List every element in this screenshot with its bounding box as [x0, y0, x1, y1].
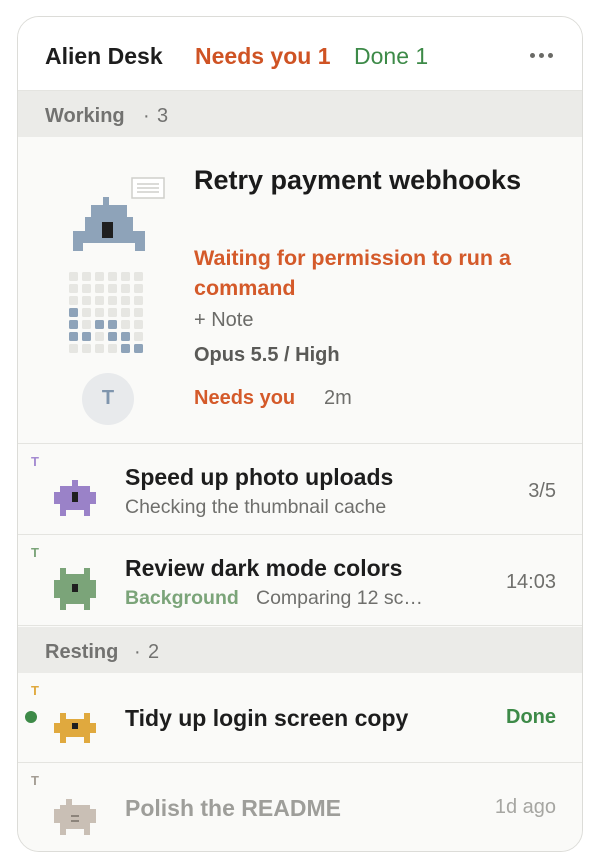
task-time: 1d ago	[494, 796, 556, 818]
progress-cell	[108, 272, 117, 281]
alien-desk-panel: Alien Desk Needs you 1 Done 1 Working · …	[17, 16, 583, 852]
section-count: 2	[148, 641, 160, 663]
avatar: T	[82, 373, 134, 425]
task-row[interactable]: T Polish the README 1d ago	[18, 763, 582, 851]
task-subtitle: Checking the thumbnail cache	[125, 496, 387, 518]
task-status: Waiting for permission to run a command	[194, 246, 511, 300]
background-badge: Background	[125, 587, 239, 609]
progress-cell	[121, 320, 130, 329]
progress-cell	[95, 308, 104, 317]
progress-cell	[95, 332, 104, 341]
progress-cell	[121, 296, 130, 305]
section-separator: ·	[134, 641, 141, 663]
progress-cell	[69, 284, 78, 293]
header: Alien Desk Needs you 1 Done 1	[18, 17, 582, 91]
task-row[interactable]: T Speed up photo uploads Checking the th…	[18, 444, 582, 535]
progress-cell	[134, 344, 143, 353]
progress-cell	[69, 320, 78, 329]
task-subtitle: Comparing 12 sc…	[256, 587, 423, 609]
grey-alien-icon	[54, 799, 96, 835]
progress-cell	[95, 296, 104, 305]
progress-cell	[108, 332, 117, 341]
needs-you-badge: Needs you	[194, 387, 296, 409]
task-title: Tidy up login screen copy	[125, 705, 409, 731]
task-title: Speed up photo uploads	[125, 464, 394, 490]
progress-cell	[134, 308, 143, 317]
progress-cell	[108, 308, 117, 317]
progress-cell	[82, 296, 91, 305]
section-label: Resting	[45, 641, 119, 663]
progress-cell	[108, 320, 117, 329]
section-label: Working	[45, 105, 125, 127]
progress-cell	[121, 332, 130, 341]
progress-cell	[134, 332, 143, 341]
alien-ship-icon	[73, 197, 145, 251]
progress-cell	[121, 284, 130, 293]
progress-cell	[134, 296, 143, 305]
done-filter[interactable]: Done 1	[354, 43, 428, 70]
progress-cell	[108, 344, 117, 353]
task-title: Retry payment webhooks	[194, 165, 522, 195]
avatar: T	[31, 545, 39, 560]
yellow-alien-icon	[54, 713, 96, 743]
avatar: T	[31, 454, 39, 469]
featured-task[interactable]: T Retry payment webhooks Waiting for per…	[18, 137, 582, 444]
task-row[interactable]: T Review dark mode colors Background Com…	[18, 535, 582, 626]
progress-cell	[82, 284, 91, 293]
purple-alien-icon	[54, 480, 96, 516]
progress-cell	[82, 332, 91, 341]
task-title: Polish the README	[125, 795, 341, 821]
app-title: Alien Desk	[45, 43, 163, 69]
done-status: Done	[506, 706, 556, 728]
progress-cell	[134, 272, 143, 281]
progress-cell	[69, 344, 78, 353]
task-title: Review dark mode colors	[125, 555, 403, 581]
ellipsis-icon[interactable]	[523, 43, 559, 67]
progress-cell	[121, 308, 130, 317]
progress-cell	[121, 272, 130, 281]
progress-cell	[95, 344, 104, 353]
document-icon	[131, 177, 165, 199]
progress-cell	[95, 320, 104, 329]
section-separator: ·	[143, 105, 150, 127]
progress-cell	[121, 344, 130, 353]
green-alien-icon	[54, 568, 96, 610]
progress-cell	[134, 284, 143, 293]
progress-cell	[134, 320, 143, 329]
progress-cell	[95, 284, 104, 293]
status-dot	[25, 711, 37, 723]
needs-you-filter[interactable]: Needs you 1	[195, 43, 331, 70]
progress-cell	[108, 296, 117, 305]
task-progress: 3/5	[528, 480, 556, 502]
task-row[interactable]: T Tidy up login screen copy Done	[18, 673, 582, 763]
progress-cell	[69, 296, 78, 305]
section-working: Working · 3	[18, 91, 582, 137]
add-note-button[interactable]: + Note	[194, 309, 253, 332]
progress-cell	[69, 308, 78, 317]
section-count: 3	[157, 105, 169, 127]
model-label: Opus 5.5 / High	[194, 344, 340, 366]
progress-cell	[82, 344, 91, 353]
progress-grid-icon	[69, 272, 143, 353]
progress-cell	[82, 320, 91, 329]
elapsed-time: 2m	[324, 387, 352, 409]
task-time: 14:03	[505, 571, 556, 593]
progress-cell	[69, 332, 78, 341]
progress-cell	[95, 272, 104, 281]
progress-cell	[69, 272, 78, 281]
progress-cell	[82, 308, 91, 317]
section-resting: Resting · 2	[18, 627, 582, 673]
progress-cell	[108, 284, 117, 293]
progress-cell	[82, 272, 91, 281]
avatar: T	[31, 773, 39, 788]
avatar: T	[31, 683, 39, 698]
